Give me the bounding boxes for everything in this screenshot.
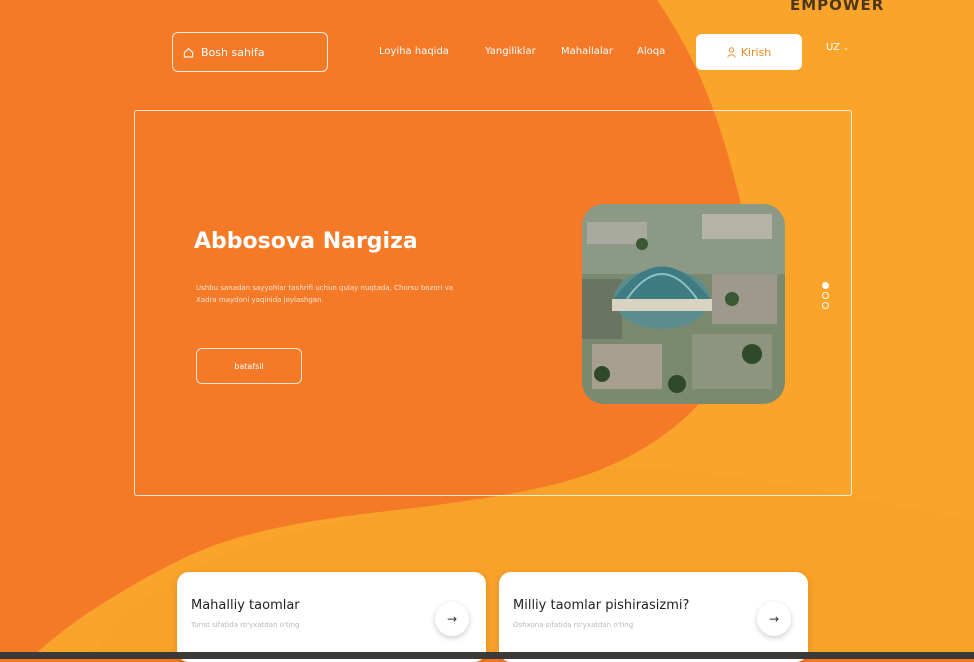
- card-title: Mahalliy taomlar: [191, 598, 300, 613]
- language-selector[interactable]: UZ ⌄: [826, 42, 849, 53]
- user-icon: [727, 46, 736, 58]
- card-subtitle: Oshxona sifatida ro'yxatdan o'ting: [513, 621, 634, 629]
- slider-dots: [822, 282, 829, 309]
- login-label: Kirish: [740, 45, 772, 59]
- arrow-right-icon[interactable]: →: [435, 602, 469, 636]
- chevron-down-icon: ⌄: [843, 43, 849, 52]
- card-subtitle: Turist sifatida ro'yxatdan o'ting: [191, 621, 300, 629]
- hero-image: [582, 204, 785, 404]
- nav-neighborhoods[interactable]: Mahallalar: [561, 46, 613, 57]
- bottom-bar: [0, 652, 974, 659]
- card-local-food[interactable]: Mahalliy taomlar Turist sifatida ro'yxat…: [177, 572, 486, 662]
- slider-dot-2[interactable]: [822, 292, 829, 299]
- hero-description: Ushbu sanadan sayyohlar tashrifi uchun q…: [196, 284, 454, 304]
- hero-title: Abbosova Nargiza: [194, 229, 418, 254]
- arrow-right-icon[interactable]: →: [757, 602, 791, 636]
- home-icon: [183, 47, 194, 57]
- details-button[interactable]: batafsil: [196, 348, 302, 384]
- login-button[interactable]: Kirish: [696, 34, 802, 70]
- watermark-logo: EMPOWER: [790, 0, 885, 14]
- nav-contact[interactable]: Aloqa: [637, 46, 665, 57]
- card-national-food[interactable]: Milliy taomlar pishirasizmi? Oshxona sif…: [499, 572, 808, 662]
- home-label: Bosh sahifa: [201, 45, 265, 59]
- slider-dot-3[interactable]: [822, 302, 829, 309]
- nav-about[interactable]: Loyiha haqida: [379, 46, 449, 57]
- language-label: UZ: [826, 42, 840, 53]
- card-title: Milliy taomlar pishirasizmi?: [513, 598, 690, 613]
- slider-dot-1[interactable]: [822, 282, 829, 289]
- home-button[interactable]: Bosh sahifa: [172, 32, 328, 72]
- nav-news[interactable]: Yangiliklar: [485, 46, 536, 57]
